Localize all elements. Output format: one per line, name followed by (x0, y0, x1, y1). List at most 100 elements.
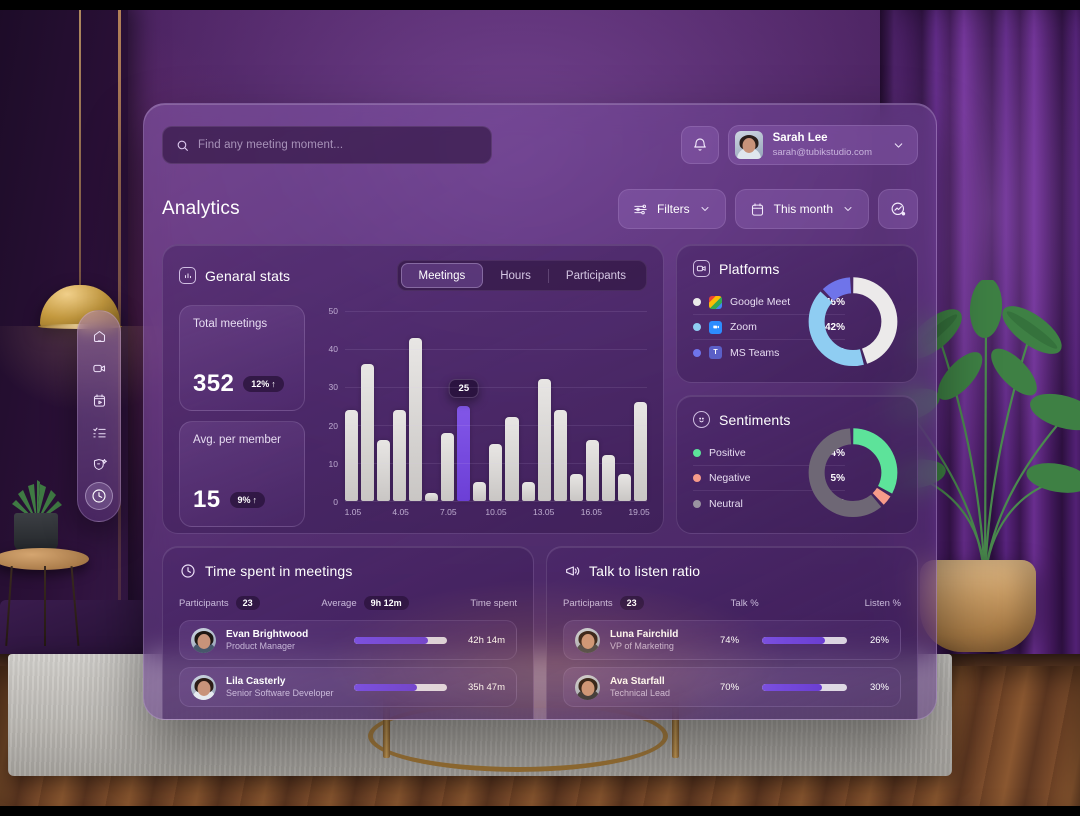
chart-bar[interactable] (617, 474, 631, 501)
chart-bar-slot[interactable] (537, 311, 551, 501)
chart-gridline: 40 (329, 344, 647, 354)
chart-bar[interactable] (585, 440, 599, 501)
chart-bar-slot[interactable] (505, 311, 519, 501)
chart-bar-slot[interactable] (345, 311, 359, 501)
tab-hours[interactable]: Hours (483, 263, 548, 288)
chart-bar-slot[interactable] (617, 311, 631, 501)
chart-bar[interactable] (393, 409, 407, 501)
chart-bar[interactable] (489, 444, 503, 501)
chart-bar-slot[interactable] (473, 311, 487, 501)
zoom-icon (709, 320, 722, 334)
chart-bar-slot[interactable] (377, 311, 391, 501)
filters-button[interactable]: Filters (617, 189, 726, 229)
table-row[interactable]: Evan Brightwood Product Manager 42h 14m (179, 620, 517, 660)
table-row[interactable]: Ava Starfall Technical Lead 70% 30% (563, 667, 901, 707)
progress-bar (762, 636, 847, 644)
chart-x-axis: 1.05 4.05 7.05 10.05 13.05 16.05 19.05 (344, 507, 650, 521)
legend-dot (693, 499, 701, 508)
chart-bar[interactable] (521, 482, 535, 501)
legend-label: Google Meet (730, 296, 791, 308)
chart-bar[interactable] (377, 440, 391, 501)
chart-bar-slot[interactable] (425, 311, 439, 501)
search-input[interactable]: Find any meeting moment... (162, 126, 492, 164)
chart-bar[interactable] (457, 406, 471, 501)
video-camera-icon (92, 361, 107, 376)
table-row[interactable]: Lila Casterly Senior Software Developer … (179, 667, 517, 707)
talk-column-label: Talk % (730, 597, 759, 609)
general-stats-header: Genaral stats Meetings Hours Participant… (179, 260, 647, 291)
chart-bar-slot[interactable] (569, 311, 583, 501)
chart-gridline: 30 (329, 382, 647, 392)
sidebar-item-home[interactable] (85, 322, 113, 350)
chevron-down-icon (842, 203, 854, 215)
notifications-button[interactable] (680, 126, 719, 164)
page-title: Analytics (162, 198, 240, 219)
stat-label: Total meetings (193, 318, 268, 330)
chart-bar[interactable] (553, 409, 567, 501)
avatar (191, 674, 216, 700)
table-row[interactable]: Luna Fairchild VP of Marketing 74% 26% (563, 620, 901, 660)
chart-bar-slot[interactable] (361, 311, 375, 501)
tab-meetings[interactable]: Meetings (400, 263, 484, 288)
chart-bar-slot[interactable] (601, 311, 615, 501)
top-bar-actions: Sarah Lee sarah@tubikstudio.com (680, 125, 918, 165)
chart-bar-slot[interactable] (409, 311, 423, 501)
chart-bar[interactable] (569, 474, 583, 501)
profile-menu[interactable]: Sarah Lee sarah@tubikstudio.com (727, 125, 918, 165)
chart-bar-slot[interactable] (633, 311, 647, 501)
talk-ratio-card: Talk to listen ratio Participants 23 Tal… (546, 546, 918, 719)
clock-icon (91, 488, 107, 504)
sidebar-item-tasks[interactable] (85, 418, 113, 446)
chart-bar[interactable] (345, 409, 359, 501)
chart-bar[interactable] (409, 337, 423, 501)
report-export-icon (890, 201, 907, 218)
platforms-title: Platforms (719, 260, 780, 277)
chart-bar-slot[interactable] (521, 311, 535, 501)
progress-bar (354, 683, 447, 691)
bell-icon (692, 137, 708, 153)
chart-bar-slot[interactable] (585, 311, 599, 501)
chart-bar-slot[interactable] (489, 311, 503, 501)
chart-bar[interactable] (505, 417, 519, 501)
sidebar-item-meetings[interactable] (85, 354, 113, 382)
talk-percent: 74% (720, 634, 740, 646)
time-spent-value: 35h 47m (468, 681, 505, 693)
chart-bar[interactable] (633, 402, 647, 501)
chart-x-tick: 1.05 (344, 507, 362, 517)
date-range-label: This month (773, 202, 833, 216)
export-report-button[interactable] (878, 189, 918, 229)
chart-bar[interactable] (441, 432, 455, 501)
sidebar-item-recordings[interactable] (85, 386, 113, 414)
small-pot (14, 513, 58, 551)
home-icon (92, 329, 107, 344)
talk-ratio-columns: Participants 23 Talk % Listen % (563, 593, 901, 613)
chart-bar[interactable] (473, 482, 487, 501)
chart-bar-slot[interactable] (553, 311, 567, 501)
date-range-button[interactable]: This month (734, 189, 869, 229)
chart-x-tick: 16.05 (580, 507, 602, 517)
badge-change: 12% (251, 379, 270, 389)
time-spent-value: 42h 14m (468, 634, 505, 646)
profile-name: Sarah Lee (772, 132, 828, 145)
listen-percent: 26% (869, 634, 889, 646)
sidebar-item-insights[interactable] (85, 450, 113, 478)
tab-participants[interactable]: Participants (549, 263, 643, 288)
chart-bar[interactable] (425, 493, 439, 501)
chart-bar[interactable] (361, 364, 375, 501)
sidebar-item-analytics[interactable] (85, 482, 113, 510)
side-table-leg (44, 566, 46, 646)
chart-bar-slot[interactable] (393, 311, 407, 501)
platforms-donut-chart (805, 273, 901, 369)
person-role: Technical Lead (610, 687, 671, 698)
chevron-down-icon (699, 203, 711, 215)
chart-gridline: 50 (329, 306, 647, 316)
person-name: Ava Starfall (610, 675, 665, 687)
chart-bar-slot[interactable]: 25 (448, 311, 480, 501)
chart-gridline: 10 (329, 459, 647, 469)
chart-x-tick: 10.05 (485, 507, 507, 517)
avatar (734, 131, 763, 159)
chart-y-tick: 0 (333, 497, 338, 507)
sentiments-card: Sentiments Positive 34% Negative 5% Neut… (676, 395, 918, 534)
chart-bar-slot[interactable] (441, 311, 455, 501)
chart-bar[interactable] (537, 379, 551, 501)
